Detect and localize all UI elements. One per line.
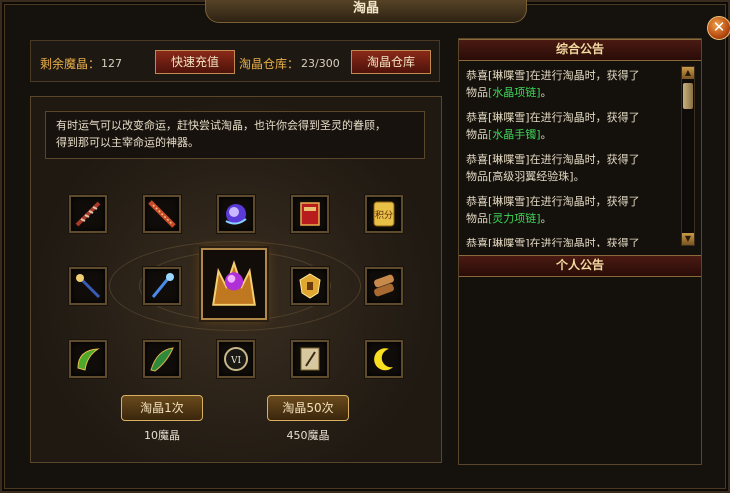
announcement-scrollbar[interactable]: ▲ ▼ — [681, 66, 695, 246]
green-blade-icon — [150, 347, 174, 372]
announcement-item: 恭喜[琳喋雪]在进行淘晶时，获得了 物品[灵力项链]。 — [466, 193, 678, 227]
remaining-crystal-label: 剩余魔晶： — [40, 57, 101, 71]
slot-yellow-moon[interactable] — [365, 340, 403, 378]
announcement-item: 恭喜[琳喋雪]在进行淘晶时，获得了 物品[水晶项链]。 — [466, 67, 678, 101]
notice-item: [水晶手镯] — [488, 128, 541, 141]
warehouse-capacity: 23/300 — [301, 57, 340, 70]
notice-prefix: 恭喜 — [466, 195, 488, 208]
notice-player: [琳喋雪] — [488, 237, 530, 247]
slot-blue-staff[interactable] — [143, 267, 181, 305]
yellow-moon-icon — [374, 348, 393, 371]
slot-serrated-sword[interactable] — [143, 195, 181, 233]
announcement-item: 恭喜[琳喋雪]在进行淘晶时，获得了 — [466, 235, 678, 247]
green-boomerang-icon — [77, 348, 100, 371]
feather-note-icon — [300, 347, 320, 371]
spine-blade-icon — [75, 201, 101, 227]
close-button[interactable]: ✕ — [707, 16, 730, 40]
description-box: 有时运气可以改变命运，赶快尝试淘晶，也许你会得到圣灵的眷顾， 得到那可以主宰命运… — [45, 111, 425, 159]
draw-fifty-cost: 450魔晶 — [286, 429, 330, 442]
warehouse-label: 淘晶仓库： — [239, 57, 300, 71]
notice-text: 在进行淘晶时，获得了 — [529, 69, 640, 82]
notice-item: [高级羽翼经验珠] — [488, 170, 574, 183]
slot-gold-emblem[interactable] — [291, 267, 329, 305]
crystal-staff-icon — [76, 274, 101, 299]
points-scroll-icon: 积分 — [373, 201, 395, 227]
slot-purple-orb[interactable] — [217, 195, 255, 233]
serrated-sword-icon — [148, 200, 176, 228]
notice-end: 。 — [573, 170, 585, 183]
notice-player: [琳喋雪] — [488, 153, 530, 166]
slot-green-blade[interactable] — [143, 340, 181, 378]
notice-player: [琳喋雪] — [488, 69, 530, 82]
close-icon: ✕ — [712, 18, 726, 36]
slot-green-boomerang[interactable] — [69, 340, 107, 378]
remaining-crystal-value: 127 — [101, 57, 122, 70]
scroll-bundle-icon — [374, 274, 394, 297]
notice-end: 。 — [540, 212, 552, 225]
draw-once-cost: 10魔晶 — [144, 429, 180, 442]
window-title: 淘晶 — [205, 0, 527, 23]
description-line-1: 有时运气可以改变命运，赶快尝试淘晶，也许你会得到圣灵的眷顾， — [56, 119, 386, 132]
notice-text: 物品 — [466, 128, 488, 141]
game-window: 淘晶 ✕ 剩余魔晶： 127 快速充值 淘晶仓库： 23/300 淘晶仓库 有时… — [0, 0, 730, 493]
notice-text: 在进行淘晶时，获得了 — [529, 153, 640, 166]
slot-feather-note[interactable] — [291, 340, 329, 378]
notice-prefix: 恭喜 — [466, 237, 488, 247]
points-scroll-text: 积分 — [375, 209, 393, 221]
notice-player: [琳喋雪] — [488, 195, 530, 208]
announcement-panel: 综合公告 恭喜[琳喋雪]在进行淘晶时，获得了 物品[水晶项链]。 恭喜[琳喋雪]… — [458, 38, 702, 465]
notice-end: 。 — [540, 128, 552, 141]
notice-prefix: 恭喜 — [466, 69, 488, 82]
announcement-item: 恭喜[琳喋雪]在进行淘晶时，获得了 物品[高级羽翼经验珠]。 — [466, 151, 678, 185]
slot-center-feature[interactable] — [201, 248, 267, 320]
global-announcement-title: 综合公告 — [459, 39, 701, 61]
notice-item: [灵力项链] — [488, 212, 541, 225]
draw-fifty-button[interactable]: 淘晶50次 — [267, 395, 349, 421]
notice-text: 物品 — [466, 86, 488, 99]
notice-text: 在进行淘晶时，获得了 — [529, 237, 640, 247]
notice-text: 物品 — [466, 170, 488, 183]
currency-bar: 剩余魔晶： 127 快速充值 淘晶仓库： 23/300 淘晶仓库 — [30, 40, 440, 82]
scroll-down-arrow-icon[interactable]: ▼ — [682, 233, 694, 245]
draw-once-button[interactable]: 淘晶1次 — [121, 395, 203, 421]
notice-text: 物品 — [466, 212, 488, 225]
slot-red-tome[interactable] — [291, 195, 329, 233]
notice-prefix: 恭喜 — [466, 153, 488, 166]
notice-text: 在进行淘晶时，获得了 — [529, 111, 640, 124]
amethyst-crown-icon — [212, 260, 256, 306]
personal-announcement-list — [463, 279, 697, 459]
notice-item: [水晶项链] — [488, 86, 541, 99]
red-tome-icon — [300, 202, 320, 226]
notice-end: 。 — [540, 86, 552, 99]
draw-panel: 有时运气可以改变命运，赶快尝试淘晶，也许你会得到圣灵的眷顾， 得到那可以主宰命运… — [30, 96, 442, 463]
scroll-thumb[interactable] — [683, 83, 693, 109]
warehouse-button[interactable]: 淘晶仓库 — [351, 50, 431, 74]
purple-orb-icon — [225, 204, 247, 225]
gold-emblem-icon — [299, 273, 321, 299]
slot-crystal-staff[interactable] — [69, 267, 107, 305]
slot-points-scroll[interactable]: 积分 — [365, 195, 403, 233]
slot-spine-blade[interactable] — [69, 195, 107, 233]
notice-prefix: 恭喜 — [466, 111, 488, 124]
announcement-item: 恭喜[琳喋雪]在进行淘晶时，获得了 物品[水晶手镯]。 — [466, 109, 678, 143]
scroll-up-arrow-icon[interactable]: ▲ — [682, 67, 694, 79]
slot-roman-six-dial[interactable]: VI — [217, 340, 255, 378]
dial-text: VI — [230, 356, 241, 366]
description-line-2: 得到那可以主宰命运的神器。 — [56, 136, 199, 149]
roman-six-dial-icon: VI — [224, 347, 248, 371]
personal-announcement-title: 个人公告 — [459, 255, 701, 277]
blue-staff-icon — [151, 273, 174, 298]
slot-scroll-bundle[interactable] — [365, 267, 403, 305]
notice-text: 在进行淘晶时，获得了 — [529, 195, 640, 208]
quick-recharge-button[interactable]: 快速充值 — [155, 50, 235, 74]
notice-player: [琳喋雪] — [488, 111, 530, 124]
